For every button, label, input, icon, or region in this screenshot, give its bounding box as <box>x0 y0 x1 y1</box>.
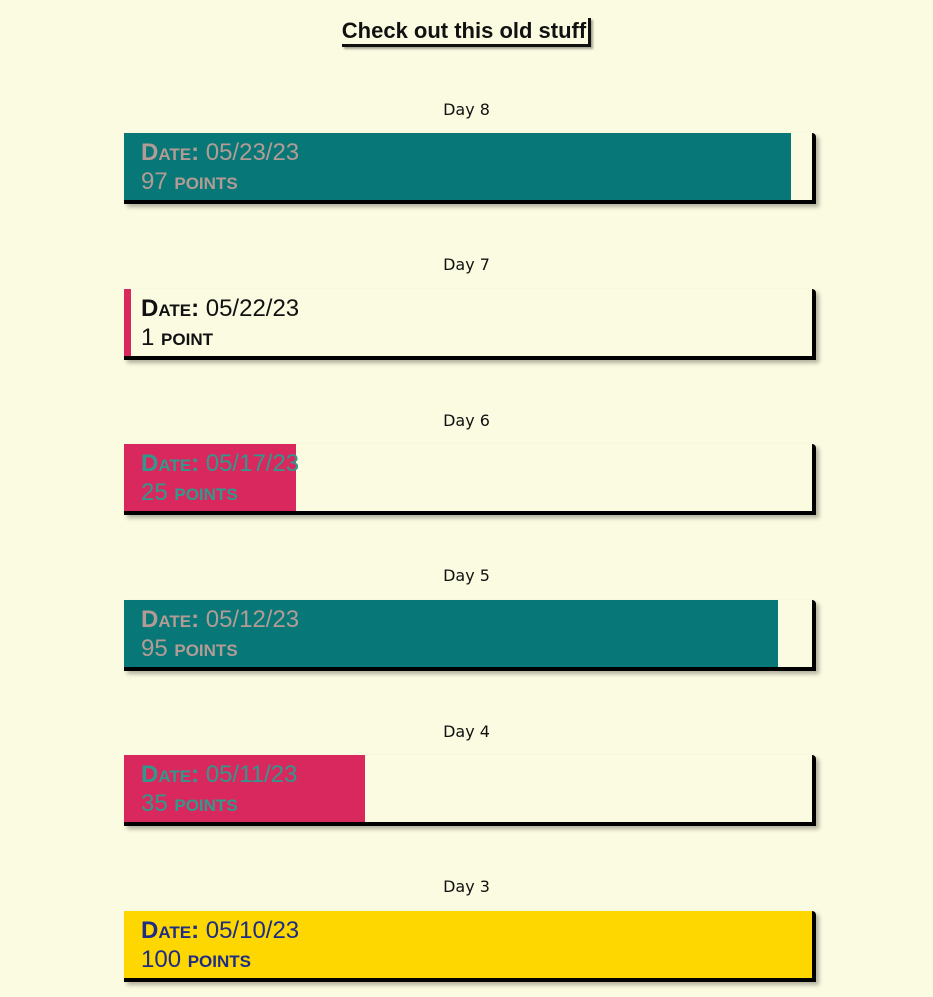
points-value: 100 <box>141 946 182 973</box>
points-value: 1 <box>141 324 155 351</box>
points-value: 95 <box>141 635 168 662</box>
day-card: Date: 05/22/23 1 point <box>124 289 816 360</box>
points-value: 25 <box>141 479 168 506</box>
points-word: points <box>174 790 238 817</box>
points-line: 100 points <box>141 945 299 974</box>
day-label: Day 6 <box>443 411 490 430</box>
points-word: points <box>174 479 238 506</box>
day-card: Date: 05/10/23 100 points <box>124 911 816 982</box>
points-value: 35 <box>141 790 168 817</box>
date-value: 05/22/23 <box>205 295 300 322</box>
points-progress-fill <box>124 289 131 356</box>
day-label-wrap: Day 5 <box>0 566 933 586</box>
date-line: Date: 05/23/23 <box>141 138 299 167</box>
day-label: Day 3 <box>443 877 490 896</box>
points-word: points <box>174 168 238 195</box>
points-word: points <box>187 946 252 973</box>
date-prefix: Date: <box>141 761 200 788</box>
day-card: Date: 05/23/23 97 points <box>124 133 816 204</box>
page-title: Check out this old stuff <box>341 18 592 47</box>
date-prefix: Date: <box>141 606 200 633</box>
points-value: 97 <box>141 168 168 195</box>
date-line: Date: 05/17/23 <box>141 449 299 478</box>
date-value: 05/17/23 <box>205 450 300 477</box>
day-label-wrap: Day 3 <box>0 877 933 897</box>
card-text: Date: 05/12/23 95 points <box>141 605 299 663</box>
day-card: Date: 05/11/23 35 points <box>124 755 816 826</box>
day-card: Date: 05/12/23 95 points <box>124 600 816 671</box>
day-label-wrap: Day 8 <box>0 100 933 120</box>
points-word: points <box>174 635 238 662</box>
date-prefix: Date: <box>141 450 200 477</box>
date-value: 05/10/23 <box>205 917 300 944</box>
date-line: Date: 05/10/23 <box>141 916 299 945</box>
points-line: 1 point <box>141 323 299 352</box>
day-label: Day 5 <box>443 566 490 585</box>
page-title-wrap: Check out this old stuff <box>0 18 933 47</box>
points-line: 25 points <box>141 478 299 507</box>
date-value: 05/23/23 <box>205 139 300 166</box>
day-label-wrap: Day 4 <box>0 722 933 742</box>
day-label-wrap: Day 6 <box>0 411 933 431</box>
day-label-wrap: Day 7 <box>0 255 933 275</box>
date-line: Date: 05/11/23 <box>141 760 297 789</box>
points-line: 35 points <box>141 789 297 818</box>
card-text: Date: 05/22/23 1 point <box>141 294 299 352</box>
day-card: Date: 05/17/23 25 points <box>124 444 816 515</box>
day-label: Day 4 <box>443 722 490 741</box>
date-prefix: Date: <box>141 295 200 322</box>
card-text: Date: 05/11/23 35 points <box>141 760 297 818</box>
date-prefix: Date: <box>141 917 200 944</box>
date-line: Date: 05/22/23 <box>141 294 299 323</box>
date-value: 05/11/23 <box>205 761 298 788</box>
day-label: Day 8 <box>443 100 490 119</box>
points-word: point <box>161 324 213 351</box>
date-prefix: Date: <box>141 139 200 166</box>
day-label: Day 7 <box>443 255 490 274</box>
points-line: 95 points <box>141 634 299 663</box>
card-text: Date: 05/10/23 100 points <box>141 916 299 974</box>
card-text: Date: 05/23/23 97 points <box>141 138 299 196</box>
card-text: Date: 05/17/23 25 points <box>141 449 299 507</box>
points-line: 97 points <box>141 167 299 196</box>
date-value: 05/12/23 <box>205 606 300 633</box>
date-line: Date: 05/12/23 <box>141 605 299 634</box>
